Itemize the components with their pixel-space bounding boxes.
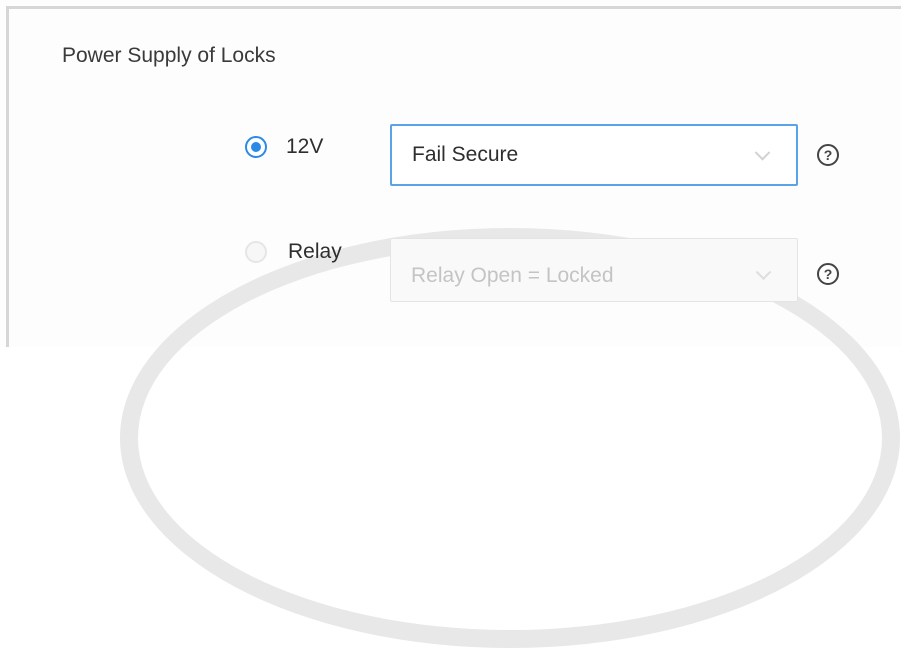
radio-12v-label[interactable]: 12V	[286, 135, 323, 159]
radio-relay-label[interactable]: Relay	[288, 240, 342, 264]
fail-mode-select-value: Fail Secure	[412, 143, 519, 166]
lock-power-panel: Power Supply of Locks 12V Fail Secure ? …	[0, 0, 901, 648]
panel-border-top	[6, 6, 901, 9]
relay-mode-select-value: Relay Open = Locked	[411, 264, 614, 287]
help-icon[interactable]: ?	[817, 144, 839, 166]
radio-12v[interactable]	[245, 136, 267, 158]
fail-mode-select[interactable]: Fail Secure	[390, 124, 798, 186]
chevron-down-icon	[754, 145, 771, 161]
radio-relay[interactable]	[245, 241, 267, 263]
help-icon[interactable]: ?	[817, 263, 839, 285]
section-title: Power Supply of Locks	[62, 44, 276, 67]
chevron-down-icon	[755, 264, 772, 280]
panel-border-left	[6, 6, 9, 347]
relay-mode-select: Relay Open = Locked	[390, 238, 798, 302]
